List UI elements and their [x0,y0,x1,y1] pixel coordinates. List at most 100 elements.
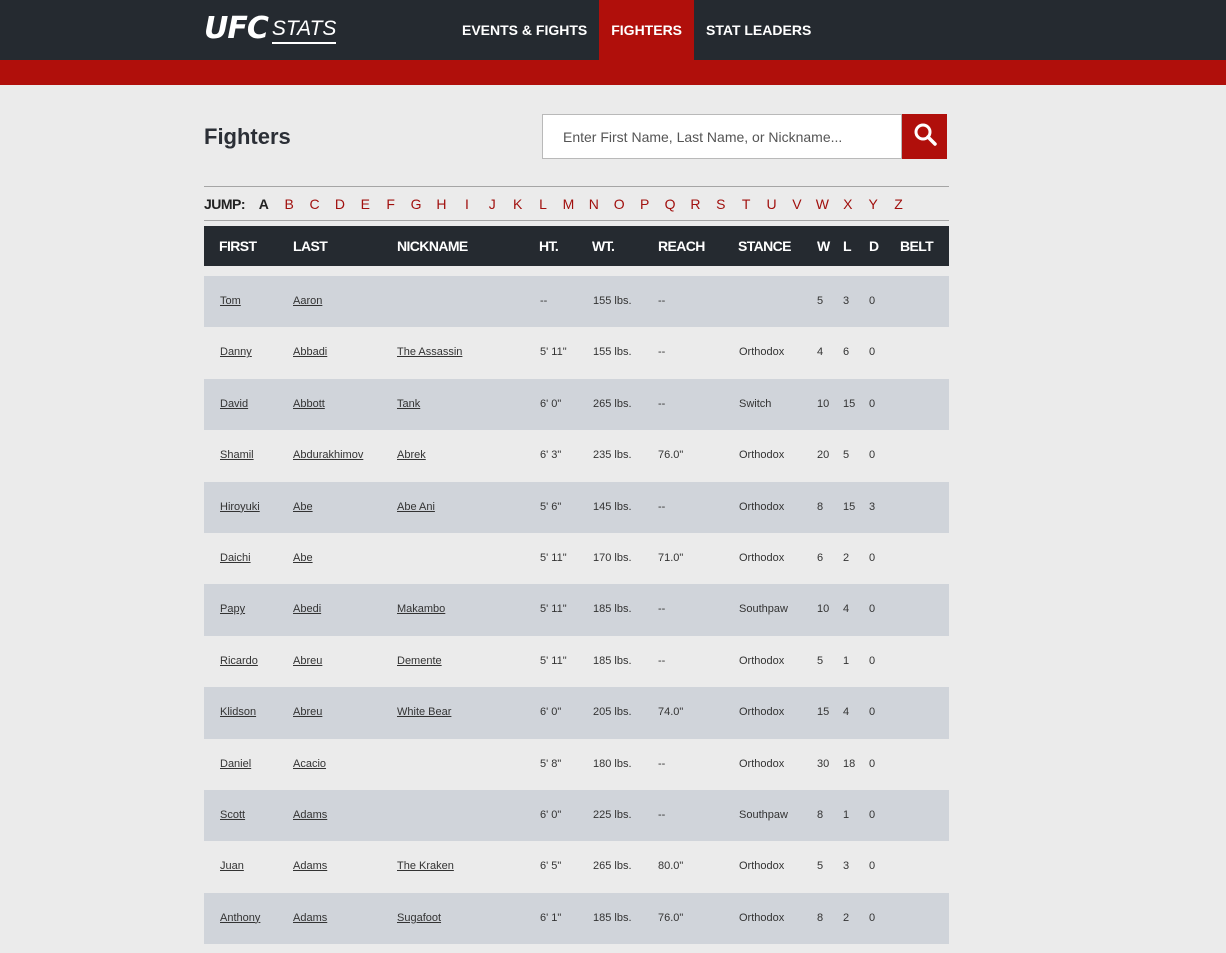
cell-draws: 0 [869,295,876,307]
header-height[interactable]: HT. [539,226,559,266]
table-row: Ricardo Abreu Demente 5' 11" 185 lbs. -- Ortho… [204,636,949,687]
cell-first-name[interactable]: Hiroyuki [220,482,260,533]
cell-height: 5' 11" [540,603,567,616]
cell-last-name[interactable]: Abbadi [293,327,327,378]
cell-last-name[interactable]: Acacio [293,739,326,790]
header-reach[interactable]: REACH [658,226,705,266]
cell-nickname[interactable]: Abe Ani [397,482,435,533]
cell-first-name[interactable]: Papy [220,584,245,635]
cell-stance: Orthodox [739,500,785,513]
cell-first-name[interactable]: Shamil [220,430,254,481]
cell-losses: 4 [843,603,850,616]
header-stance[interactable]: STANCE [738,226,792,266]
cell-nickname[interactable]: Makambo [397,584,445,635]
cell-weight: 155 lbs. [593,346,632,359]
cell-height: -- [540,295,548,307]
cell-nickname[interactable]: Demente [397,636,442,687]
cell-wins: 20 [817,449,830,462]
jump-letter-q[interactable]: Q [657,196,682,212]
cell-first-name[interactable]: Danny [220,327,252,378]
cell-reach: -- [658,295,666,307]
table-row: Papy Abedi Makambo 5' 11" 185 lbs. -- Southpaw… [204,584,949,636]
jump-letter-y[interactable]: Y [860,196,885,212]
header-losses[interactable]: L [843,226,852,266]
jump-letter-u[interactable]: U [759,196,784,212]
cell-height: 5' 11" [540,654,567,667]
cell-reach: 76.0" [658,911,684,924]
cell-wins: 5 [817,295,824,307]
jump-letter-o[interactable]: O [607,196,632,212]
cell-first-name[interactable]: Klidson [220,687,256,738]
cell-height: 6' 1" [540,911,562,924]
jump-letter-k[interactable]: K [505,196,530,212]
jump-letter-a[interactable]: A [251,196,276,212]
jump-letter-x[interactable]: X [835,196,860,212]
cell-last-name[interactable]: Abedi [293,584,321,635]
jump-letter-l[interactable]: L [530,196,555,212]
jump-letter-d[interactable]: D [327,196,352,212]
cell-weight: 170 lbs. [593,551,632,564]
nav-events-fights[interactable]: EVENTS & FIGHTS [450,0,599,60]
ufc-stats-logo[interactable]: UFC STATS [204,12,337,44]
header-wins[interactable]: W [817,226,830,266]
cell-last-name[interactable]: Adams [293,790,327,841]
cell-last-name[interactable]: Abe [293,482,313,533]
jump-letter-g[interactable]: G [403,196,428,212]
jump-letter-v[interactable]: V [784,196,809,212]
jump-letter-j[interactable]: J [480,196,505,212]
cell-last-name[interactable]: Adams [293,893,327,944]
header-nickname[interactable]: NICKNAME [397,226,468,266]
cell-reach: -- [658,500,666,513]
jump-letter-n[interactable]: N [581,196,606,212]
cell-last-name[interactable]: Aaron [293,276,322,327]
jump-letter-r[interactable]: R [683,196,708,212]
jump-letter-w[interactable]: W [810,196,835,212]
jump-letter-e[interactable]: E [353,196,378,212]
jump-letter-i[interactable]: I [454,196,479,212]
jump-letter-p[interactable]: P [632,196,657,212]
cell-stance: Orthodox [739,654,785,667]
jump-letter-h[interactable]: H [429,196,454,212]
nav-fighters[interactable]: FIGHTERS [599,0,695,60]
cell-first-name[interactable]: Daniel [220,739,251,790]
cell-first-name[interactable]: Anthony [220,893,260,944]
jump-letter-f[interactable]: F [378,196,403,212]
jump-letter-s[interactable]: S [708,196,733,212]
jump-letter-t[interactable]: T [733,196,758,212]
cell-first-name[interactable]: David [220,379,248,430]
cell-nickname[interactable]: Tank [397,379,420,430]
search-input[interactable] [542,114,902,159]
jump-label: JUMP: [204,195,246,212]
cell-last-name[interactable]: Abdurakhimov [293,430,363,481]
cell-nickname[interactable]: Sugafoot [397,893,441,944]
cell-last-name[interactable]: Abe [293,533,313,584]
cell-first-name[interactable]: Daichi [220,533,251,584]
cell-first-name[interactable]: Ricardo [220,636,258,687]
cell-nickname[interactable]: Abrek [397,430,426,481]
header-draws[interactable]: D [869,226,879,266]
header-last[interactable]: LAST [293,226,328,266]
cell-losses: 5 [843,449,850,462]
cell-last-name[interactable]: Abreu [293,636,322,687]
cell-last-name[interactable]: Abbott [293,379,325,430]
jump-letter-c[interactable]: C [302,196,327,212]
header-belt[interactable]: BELT [900,226,934,266]
cell-weight: 185 lbs. [593,654,632,667]
cell-nickname[interactable]: The Assassin [397,327,462,378]
cell-reach: -- [658,397,666,410]
cell-nickname[interactable]: White Bear [397,687,451,738]
jump-letter-z[interactable]: Z [886,196,911,212]
cell-last-name[interactable]: Adams [293,841,327,892]
cell-first-name[interactable]: Scott [220,790,245,841]
cell-first-name[interactable]: Tom [220,276,241,327]
cell-wins: 5 [817,860,824,873]
jump-letter-b[interactable]: B [276,196,301,212]
cell-first-name[interactable]: Juan [220,841,244,892]
cell-last-name[interactable]: Abreu [293,687,322,738]
cell-nickname[interactable]: The Kraken [397,841,454,892]
header-weight[interactable]: WT. [592,226,615,266]
header-first[interactable]: FIRST [219,226,257,266]
jump-letter-m[interactable]: M [556,196,581,212]
nav-stat-leaders[interactable]: STAT LEADERS [694,0,823,60]
search-button[interactable] [902,114,947,159]
